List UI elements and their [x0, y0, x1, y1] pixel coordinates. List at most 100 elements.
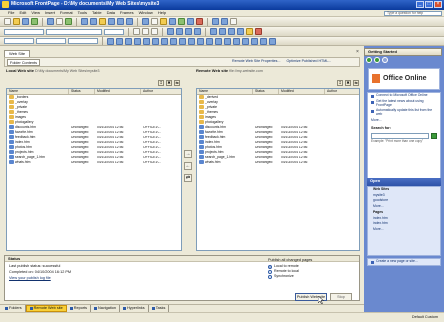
numbering-icon[interactable]	[210, 28, 217, 35]
insert-rows-icon[interactable]	[134, 37, 141, 45]
table-properties-icon[interactable]	[242, 37, 249, 45]
align-center-icon[interactable]	[176, 28, 183, 35]
center-vertically-icon[interactable]	[188, 37, 195, 45]
distribute-rows-icon[interactable]	[206, 37, 213, 45]
menu-data[interactable]: Data	[107, 10, 115, 16]
menu-table[interactable]: Table	[92, 10, 102, 16]
distribute-columns-icon[interactable]	[215, 37, 222, 45]
cut-icon[interactable]	[81, 18, 88, 25]
toolbar-dropdown-2[interactable]	[36, 38, 66, 44]
insert-picture-icon[interactable]	[160, 18, 167, 25]
bring-forward-icon[interactable]	[116, 37, 123, 45]
align-right-icon[interactable]	[185, 28, 192, 35]
insert-table-icon[interactable]	[151, 18, 158, 25]
italic-icon[interactable]	[142, 28, 149, 35]
back-icon[interactable]	[366, 57, 372, 63]
merge-cells-icon[interactable]	[161, 37, 168, 45]
close-document-icon[interactable]: ×	[356, 49, 359, 56]
underline-icon[interactable]	[151, 28, 158, 35]
align-left-icon[interactable]	[167, 28, 174, 35]
drawing-icon[interactable]	[169, 18, 176, 25]
refresh-icon[interactable]	[187, 18, 194, 25]
tab-navigation[interactable]: Navigation	[91, 305, 120, 312]
radio-remote-to-local[interactable]	[268, 269, 272, 274]
layer-icon[interactable]	[221, 18, 228, 25]
task-pane-title[interactable]: Getting Started	[364, 48, 442, 56]
publish-right-arrow-icon[interactable]: →	[184, 150, 192, 158]
create-new-link[interactable]: Create a new page or site...	[367, 258, 441, 266]
col-status-header[interactable]: Status	[69, 89, 95, 94]
increase-indent-icon[interactable]	[237, 28, 244, 35]
fill-color-icon[interactable]	[233, 37, 240, 45]
col-name-header[interactable]: Name	[7, 89, 69, 94]
menu-window[interactable]: Window	[139, 10, 153, 16]
table-row[interactable]: whats.htm Unchanged 04/10/2004 12:56 OFFICE…	[7, 160, 181, 165]
print-icon[interactable]	[47, 18, 54, 25]
insert-columns-icon[interactable]	[143, 37, 150, 45]
tab-remote-web-site[interactable]: Remote Web site	[25, 305, 67, 312]
align-top-icon[interactable]	[179, 37, 186, 45]
cell-properties-icon[interactable]	[251, 37, 258, 45]
help-search-input[interactable]: Type a question for help	[384, 11, 442, 16]
redo-icon[interactable]	[126, 18, 133, 25]
delete-icon[interactable]: ✖	[166, 80, 172, 86]
web-site-tab[interactable]: Web Site	[4, 50, 30, 57]
remote-col-author-header[interactable]: Author	[325, 89, 359, 94]
web-component-icon[interactable]	[142, 18, 149, 25]
stop-icon[interactable]	[196, 18, 203, 25]
justify-icon[interactable]	[194, 28, 201, 35]
col-author-header[interactable]: Author	[141, 89, 181, 94]
publish-left-arrow-icon[interactable]: ←	[184, 162, 192, 170]
remote-col-status-header[interactable]: Status	[253, 89, 279, 94]
menu-insert[interactable]: Insert	[45, 10, 55, 16]
option-synchronize[interactable]: Synchronize	[268, 274, 312, 279]
tab-folders[interactable]: Folders	[2, 305, 26, 312]
minimize-button[interactable]: _	[416, 1, 424, 8]
font-size-dropdown[interactable]	[104, 28, 124, 35]
search-go-icon[interactable]	[431, 132, 437, 139]
remote-delete-icon[interactable]: ✖	[345, 80, 351, 86]
menu-file[interactable]: File	[8, 10, 14, 16]
menu-help[interactable]: Help	[158, 10, 166, 16]
tp-link-update[interactable]: Automatically update this list from the …	[368, 108, 440, 117]
up-folder-icon[interactable]: ↥	[158, 80, 164, 86]
preview-icon[interactable]	[56, 18, 63, 25]
menu-frames[interactable]: Frames	[120, 10, 134, 16]
pages-more[interactable]: More...	[368, 227, 440, 233]
autofit-icon[interactable]	[224, 37, 231, 45]
align-bottom-icon[interactable]	[197, 37, 204, 45]
copy-icon[interactable]	[90, 18, 97, 25]
table-autoformat-icon[interactable]	[269, 37, 276, 45]
maximize-button[interactable]: □	[425, 1, 433, 8]
menu-view[interactable]: View	[31, 10, 40, 16]
style-dropdown[interactable]	[4, 28, 44, 35]
undo-icon[interactable]	[117, 18, 124, 25]
folder-contents-tab[interactable]: Folder Contents	[7, 59, 41, 66]
font-dropdown[interactable]	[46, 28, 102, 35]
remote-up-folder-icon[interactable]: ↥	[337, 80, 343, 86]
border-icon[interactable]	[260, 37, 267, 45]
synchronize-icon[interactable]: ⇄	[184, 174, 192, 182]
position-icon[interactable]	[107, 37, 114, 45]
hyperlink-icon[interactable]	[178, 18, 185, 25]
toolbar-dropdown-1[interactable]	[4, 38, 34, 44]
highlight-icon[interactable]	[246, 28, 253, 35]
font-color-icon[interactable]	[255, 28, 262, 35]
decrease-indent-icon[interactable]	[228, 28, 235, 35]
remote-col-name-header[interactable]: Name	[197, 89, 253, 94]
split-cells-icon[interactable]	[170, 37, 177, 45]
stop-button[interactable]: Stop	[330, 293, 352, 301]
delete-cells-icon[interactable]	[152, 37, 159, 45]
tab-hyperlinks[interactable]: Hyperlinks	[120, 305, 149, 312]
optimize-html-link[interactable]: Optimize Published HTML...	[286, 59, 331, 64]
menu-tools[interactable]: Tools	[78, 10, 87, 16]
tab-reports[interactable]: Reports	[67, 305, 92, 312]
new-page-icon[interactable]	[4, 18, 11, 25]
send-backward-icon[interactable]	[125, 37, 132, 45]
remote-sync-icon[interactable]: ⇆	[353, 80, 359, 86]
menu-edit[interactable]: Edit	[19, 10, 26, 16]
radio-local-to-remote[interactable]	[268, 264, 272, 269]
toolbar-dropdown-3[interactable]	[68, 38, 98, 44]
spelling-icon[interactable]	[65, 18, 72, 25]
tab-tasks[interactable]: Tasks	[149, 305, 170, 312]
